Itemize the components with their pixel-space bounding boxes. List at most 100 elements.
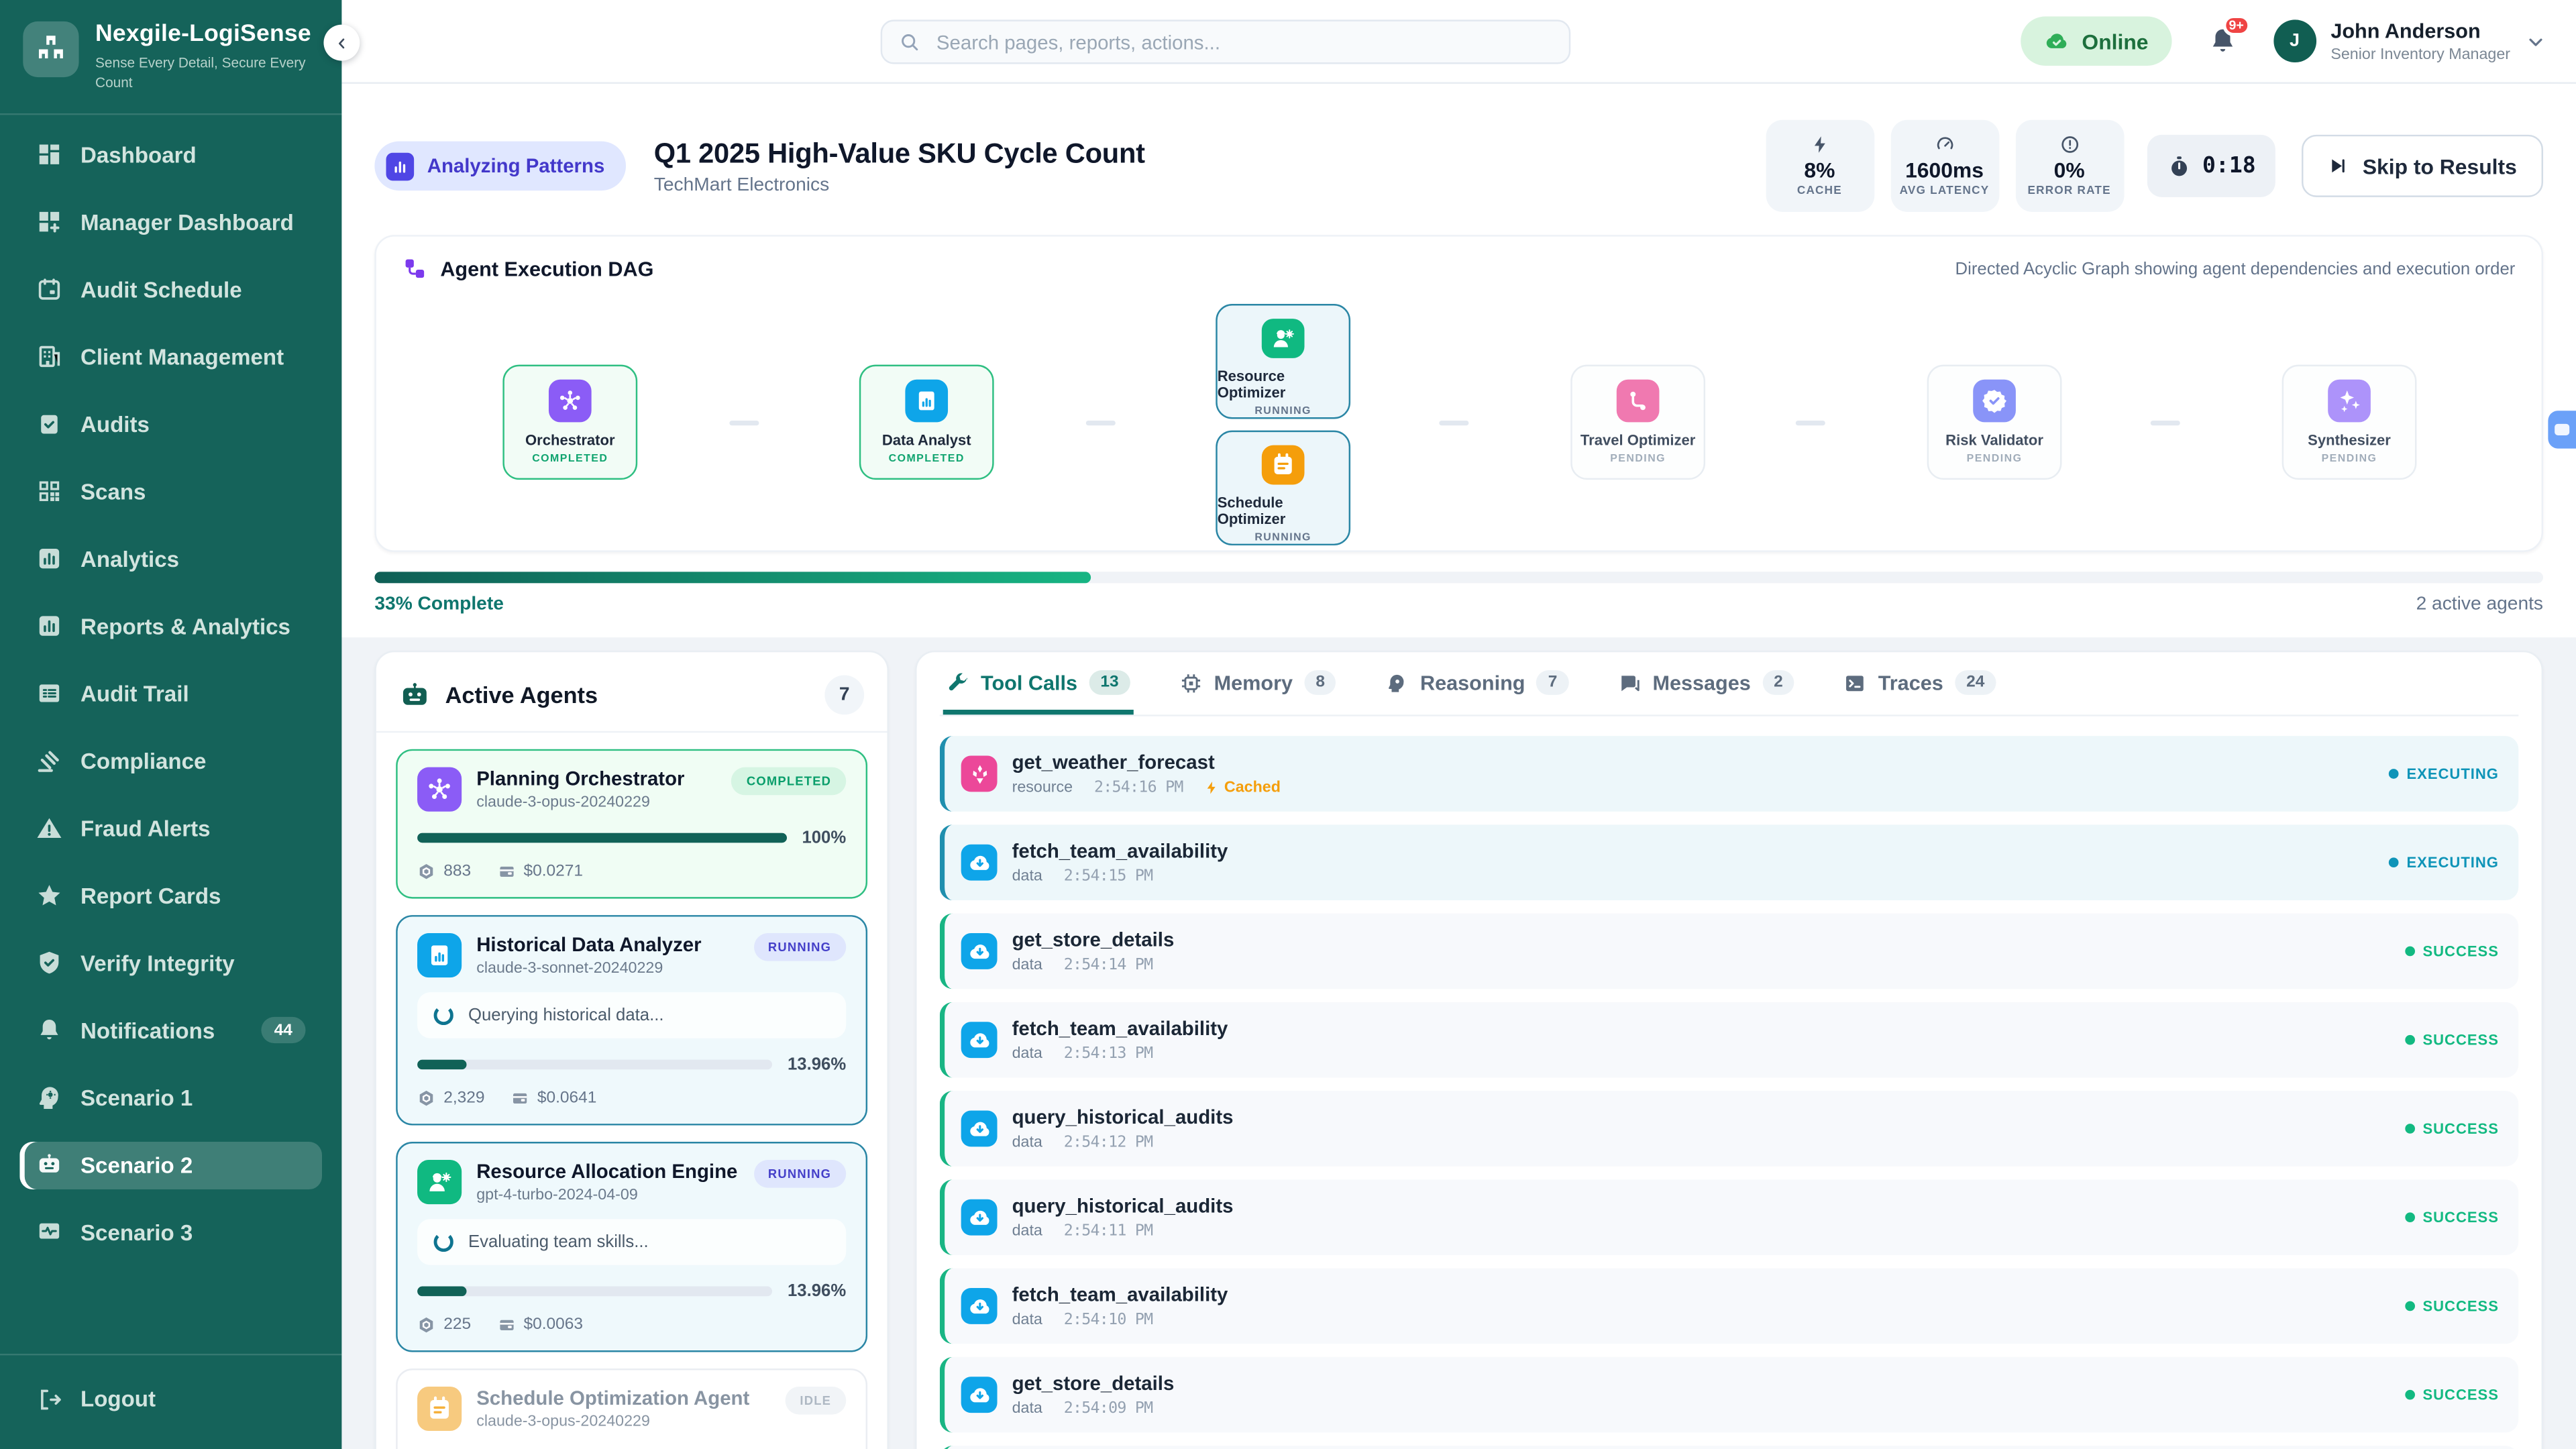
agent-card-historical-data-analyzer[interactable]: Historical Data Analyzer claude-3-sonnet… <box>396 915 867 1125</box>
dag-caption: Directed Acyclic Graph showing agent dep… <box>1955 259 2516 278</box>
dag-edge <box>2151 421 2180 425</box>
dag-node-risk-validator[interactable]: Risk Validator PENDING <box>1927 365 2062 480</box>
global-search[interactable] <box>881 19 1571 64</box>
sidebar: Nexgile-LogiSense Sense Every Detail, Se… <box>0 0 341 1449</box>
building-icon <box>36 343 62 370</box>
sidebar-footer: Logout <box>0 1354 341 1449</box>
agent-card-planning-orchestrator[interactable]: Planning Orchestrator claude-3-opus-2024… <box>396 749 867 899</box>
search-input[interactable] <box>933 29 1552 55</box>
main-content: Analyzing Patterns Q1 2025 High-Value SK… <box>341 84 2576 1449</box>
manager-dashboard-icon <box>36 209 62 235</box>
logout-icon <box>36 1386 62 1412</box>
list-icon <box>36 680 62 706</box>
tokens-icon <box>417 1316 435 1334</box>
sidebar-item-scenario-3[interactable]: Scenario 3 <box>19 1209 322 1256</box>
sidebar-item-fraud-alerts[interactable]: Fraud Alerts <box>19 804 322 852</box>
sidebar-collapse-button[interactable] <box>323 25 360 61</box>
sidebar-item-scenario-2[interactable]: Scenario 2 <box>19 1141 322 1189</box>
sidebar-item-audit-trail[interactable]: Audit Trail <box>19 669 322 717</box>
dag-node-schedule-optimizer[interactable]: Schedule Optimizer RUNNING <box>1216 431 1350 545</box>
tool-call-row[interactable]: query_historical_audits data2:54:11 PM S… <box>940 1179 2518 1255</box>
skip-to-results-button[interactable]: Skip to Results <box>2302 135 2543 197</box>
sidebar-item-dashboard[interactable]: Dashboard <box>19 131 322 178</box>
agent-card-schedule-optimization-agent[interactable]: Schedule Optimization Agent claude-3-opu… <box>396 1368 867 1449</box>
notifications-bell-button[interactable]: 9+ <box>2208 26 2237 56</box>
sidebar-item-notifications[interactable]: Notifications44 <box>19 1006 322 1054</box>
sidebar-item-compliance[interactable]: Compliance <box>19 737 322 785</box>
dag-node-data-analyst[interactable]: Data Analyst COMPLETED <box>859 365 994 480</box>
cost-icon <box>497 1316 515 1334</box>
user-menu[interactable]: J John Anderson Senior Inventory Manager <box>2273 19 2546 63</box>
tab-memory[interactable]: Memory 8 <box>1176 652 1340 714</box>
user-role: Senior Inventory Manager <box>2330 45 2510 63</box>
agent-card-resource-allocation-engine[interactable]: Resource Allocation Engine gpt-4-turbo-2… <box>396 1142 867 1352</box>
phase-chart-icon <box>386 152 415 180</box>
tool-call-row[interactable]: fetch_team_availability data2:54:13 PM S… <box>940 1002 2518 1078</box>
call-status: EXECUTING <box>2389 765 2499 782</box>
sidebar-nav: Dashboard Manager Dashboard Audit Schedu… <box>0 131 341 1256</box>
wrench-icon <box>947 671 969 694</box>
worker-gear-icon <box>1262 319 1305 358</box>
tab-messages[interactable]: Messages 2 <box>1615 652 1798 714</box>
sidebar-item-reports-analytics[interactable]: Reports & Analytics <box>19 602 322 650</box>
brand: Nexgile-LogiSense Sense Every Detail, Se… <box>0 0 341 115</box>
dag-node-synthesizer[interactable]: Synthesizer PENDING <box>2282 365 2417 480</box>
shield-check-icon <box>36 950 62 976</box>
progress-fill <box>374 572 1090 583</box>
sidebar-item-audit-schedule[interactable]: Audit Schedule <box>19 266 322 313</box>
online-status-badge: Online <box>2021 16 2171 65</box>
sidebar-item-client-management[interactable]: Client Management <box>19 333 322 380</box>
zap-icon <box>1205 780 1220 795</box>
agent-status-badge: RUNNING <box>753 933 846 961</box>
doc-bars-icon <box>417 933 462 977</box>
hub-icon <box>417 767 462 812</box>
tool-call-row[interactable]: fetch_team_availability data2:54:15 PM E… <box>940 824 2518 900</box>
tool-calls-list: get_weather_forecast resource 2:54:16 PM… <box>940 716 2518 1449</box>
star-icon <box>36 882 62 908</box>
cloud-download-icon <box>961 1199 998 1236</box>
qr-scan-icon <box>36 478 62 504</box>
brand-subtitle: Sense Every Detail, Secure Every Count <box>95 52 309 93</box>
floating-assistant-button[interactable] <box>2548 411 2576 448</box>
stat-error-rate: 0% ERROR RATE <box>2015 120 2124 212</box>
tab-tool-calls[interactable]: Tool Calls 13 <box>943 652 1134 714</box>
robot-icon <box>36 1152 62 1178</box>
sidebar-item-scenario-1[interactable]: Scenario 1 <box>19 1074 322 1122</box>
calendar-solid-icon <box>417 1387 462 1431</box>
cost-icon <box>511 1089 529 1108</box>
stopwatch-icon <box>2166 154 2191 178</box>
tab-traces[interactable]: Traces 24 <box>1840 652 1999 714</box>
sidebar-item-verify-integrity[interactable]: Verify Integrity <box>19 939 322 987</box>
tool-call-row[interactable]: query_historical_audits data2:54:12 PM S… <box>940 1091 2518 1167</box>
cloud-download-icon <box>961 845 998 881</box>
sidebar-item-scans[interactable]: Scans <box>19 468 322 515</box>
sidebar-item-report-cards[interactable]: Report Cards <box>19 871 322 919</box>
tool-call-row[interactable]: get_store_details data2:54:09 PM SUCCESS <box>940 1357 2518 1433</box>
call-status: SUCCESS <box>2405 1209 2499 1225</box>
dag-node-orchestrator[interactable]: Orchestrator COMPLETED <box>502 365 637 480</box>
badge-check-icon <box>1973 380 2016 423</box>
dag-node-resource-optimizer[interactable]: Resource Optimizer RUNNING <box>1216 304 1350 419</box>
tool-calls-panel: Tool Calls 13 Memory 8 Reasoning 7 <box>915 651 2543 1449</box>
stat-latency: 1600ms AVG LATENCY <box>1890 120 1999 212</box>
cloud-check-icon <box>2044 28 2070 54</box>
tool-call-row[interactable]: get_weather_forecast resource 2:54:16 PM… <box>940 736 2518 812</box>
sidebar-item-manager-dashboard[interactable]: Manager Dashboard <box>19 198 322 246</box>
tool-call-row[interactable]: query_historical_audits data2:54:08 PM S… <box>940 1446 2518 1449</box>
gauge-icon <box>1935 135 1954 154</box>
tool-call-row[interactable]: fetch_team_availability data2:54:10 PM S… <box>940 1269 2518 1344</box>
active-agents-label: 2 active agents <box>2416 595 2543 614</box>
weather-icon <box>961 756 998 792</box>
logout-button[interactable]: Logout <box>19 1375 322 1423</box>
client-name: TechMart Electronics <box>654 175 1145 195</box>
monitor-pulse-icon <box>36 1219 62 1245</box>
chat-icon <box>1618 671 1641 694</box>
sidebar-item-analytics[interactable]: Analytics <box>19 535 322 582</box>
dag-node-travel-optimizer[interactable]: Travel Optimizer PENDING <box>1570 365 1705 480</box>
brand-logo-icon <box>23 21 78 77</box>
tool-call-row[interactable]: get_store_details data2:54:14 PM SUCCESS <box>940 914 2518 989</box>
avatar: J <box>2273 19 2316 62</box>
tab-reasoning[interactable]: Reasoning 7 <box>1383 652 1572 714</box>
sidebar-item-audits[interactable]: Audits <box>19 400 322 448</box>
route-icon <box>1617 380 1660 423</box>
